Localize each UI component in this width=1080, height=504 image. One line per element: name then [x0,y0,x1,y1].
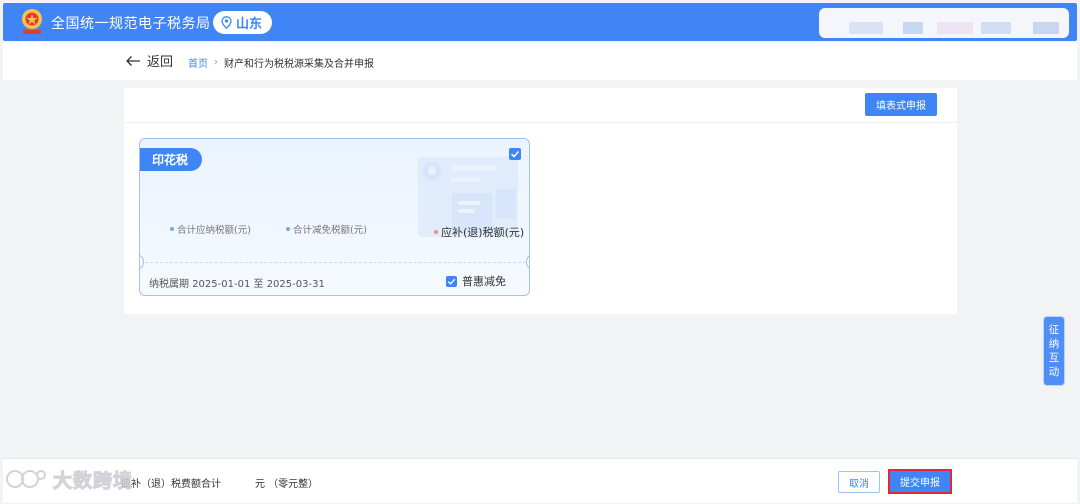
submit-declaration-button[interactable]: 提交申报 [890,471,950,492]
period-start: 2025-01-01 [192,279,251,290]
total-amount-label: 应补（退）税费额合计 [121,479,221,490]
float-char: 互 [1048,352,1060,364]
stamp-duty-card[interactable]: 印花税 合计应纳税额(元) 合计减免税额(元) 应补(退)税额(元) 纳税属期 … [139,138,530,296]
main-content-panel: 填表式申报 印花税 合计应纳税额(元) 合计减免税额(元) 应补(退)税额(元)… [124,88,957,314]
checkmark-icon [447,278,456,285]
back-button[interactable]: 返回 [125,51,173,70]
arrow-left-icon [126,55,140,66]
card-notch-left [140,255,144,269]
fill-form-declare-button[interactable]: 填表式申报 [865,93,937,116]
float-char: 征 [1048,324,1060,336]
total-amount-unit: 元 （零元整） [255,479,319,490]
divider [124,122,957,123]
period-to: 至 [253,279,264,290]
inclusive-relief-label: 普惠减免 [462,275,506,288]
location-pin-icon [221,16,232,29]
user-info-area[interactable] [819,8,1069,38]
back-label: 返回 [147,55,174,70]
metric-supplement-refund: 应补(退)税额(元) [434,224,524,240]
region-selector[interactable]: 山东 [213,11,273,34]
tax-period: 纳税属期 2025-01-01 至 2025-03-31 [149,275,325,290]
inclusive-relief-option[interactable]: 普惠减免 [446,273,506,289]
breadcrumb: 首页 › 财产和行为税税源采集及合并申报 [188,55,374,70]
tax-emblem-icon [22,9,42,34]
metric-relief: 合计减免税额(元) [286,222,367,236]
float-char: 动 [1048,366,1060,378]
breadcrumb-separator: › [214,57,218,68]
watermark: 大数跨境 [5,465,133,493]
bullet-dot-icon [286,227,290,231]
metric-label: 应补(退)税额(元) [441,226,525,239]
watermark-logo-icon [6,470,46,488]
app-title: 全国统一规范电子税务局 [51,16,211,32]
interaction-float-button[interactable]: 征 纳 互 动 [1043,316,1065,386]
card-notch-right [526,255,529,269]
bullet-dot-icon [170,227,174,231]
cancel-button[interactable]: 取消 [838,471,880,493]
period-label: 纳税属期 [149,279,189,290]
top-header-bar: 全国统一规范电子税务局 山东 [3,3,1077,41]
period-end: 2025-03-31 [266,279,325,290]
metric-payable: 合计应纳税额(元) [170,222,251,236]
metric-label: 合计应纳税额(元) [177,225,251,236]
bullet-dot-icon [434,230,438,234]
inclusive-relief-checkbox[interactable] [446,275,457,287]
navigation-bar: 返回 首页 › 财产和行为税税源采集及合并申报 [3,42,1077,80]
card-divider [140,262,529,263]
watermark-text: 大数跨境 [52,469,134,492]
region-label: 山东 [236,17,263,32]
tax-type-tag: 印花税 [140,148,203,171]
breadcrumb-home[interactable]: 首页 [188,55,208,70]
checkmark-icon [510,150,520,158]
float-char: 纳 [1048,338,1060,350]
metric-label: 合计减免税额(元) [293,225,367,236]
breadcrumb-current: 财产和行为税税源采集及合并申报 [224,59,374,70]
card-select-checkbox[interactable] [509,148,521,160]
footer-bar: 应补（退）税费额合计 元 （零元整） 大数跨境 取消 提交申报 [3,458,1077,503]
submit-highlight: 提交申报 [888,469,952,494]
